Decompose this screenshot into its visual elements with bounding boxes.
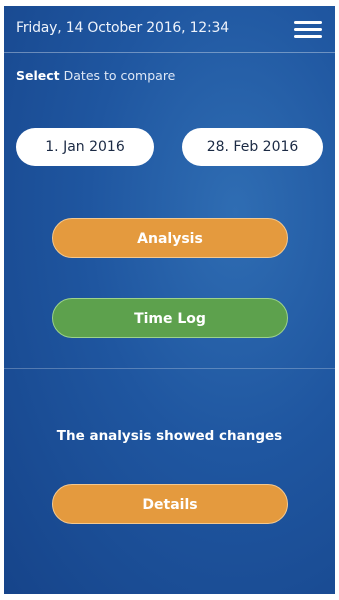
app-screen: Friday, 14 October 2016, 12:34 Select Dat…	[4, 6, 335, 594]
select-dates-prompt: Select Dates to compare	[16, 68, 175, 83]
end-date-button[interactable]: 28. Feb 2016	[182, 128, 323, 166]
menu-line	[294, 28, 322, 31]
menu-line	[294, 21, 322, 24]
select-label: Select	[16, 68, 60, 83]
prompt-text: Dates to compare	[63, 68, 176, 83]
menu-line	[294, 35, 322, 38]
start-date-button[interactable]: 1. Jan 2016	[16, 128, 154, 166]
analysis-button[interactable]: Analysis	[52, 218, 288, 258]
analysis-result-message: The analysis showed changes	[56, 428, 283, 444]
section-divider	[4, 368, 335, 369]
details-button[interactable]: Details	[52, 484, 288, 524]
header-bar: Friday, 14 October 2016, 12:34	[4, 6, 335, 53]
current-datetime: Friday, 14 October 2016, 12:34	[16, 20, 229, 36]
hamburger-menu-icon[interactable]	[294, 20, 322, 40]
time-log-button[interactable]: Time Log	[52, 298, 288, 338]
